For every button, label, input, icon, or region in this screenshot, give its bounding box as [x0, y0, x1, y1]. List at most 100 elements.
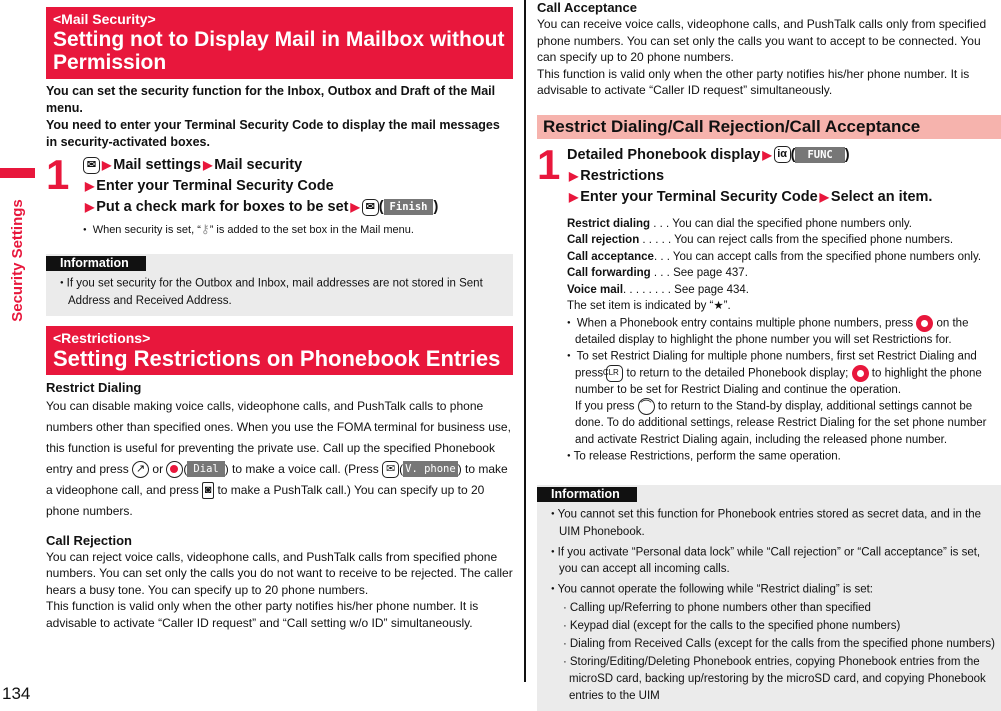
- item-name: Restrict dialing: [567, 217, 651, 230]
- restrictions-header: <Restrictions> Setting Restrictions on P…: [46, 325, 513, 375]
- intro-text-1: You can set the security function for th…: [46, 84, 496, 115]
- right-column: Call Acceptance You can receive voice ca…: [537, 0, 1001, 711]
- intro-text-2: You need to enter your Terminal Security…: [46, 118, 500, 149]
- restriction-item: Call forwarding . . . See page 437.: [567, 265, 1001, 282]
- step-text: Detailed Phonebook display: [567, 146, 761, 163]
- section-title: Setting Restrictions on Phonebook Entrie…: [53, 345, 501, 371]
- step-text: Put a check mark for boxes to be set: [96, 199, 349, 215]
- step-text: Select an item.: [830, 188, 933, 205]
- restrict-section-header: Restrict Dialing/Call Rejection/Call Acc…: [537, 114, 1001, 139]
- arrow-icon: ▶: [350, 200, 360, 214]
- notes-list: When a Phonebook entry contains multiple…: [567, 314, 1001, 466]
- item-desc: You can dial the specified phone numbers…: [672, 217, 912, 230]
- item-name: Voice mail: [567, 283, 624, 296]
- info-item: If you activate “Personal data lock” whi…: [547, 544, 997, 579]
- section-category: <Restrictions>: [53, 329, 151, 346]
- restriction-item: Call acceptance. . . You can accept call…: [567, 249, 1001, 266]
- key-lock-icon: ⚷: [200, 222, 210, 236]
- side-tab: Security Settings: [0, 180, 34, 340]
- item-desc: You can accept calls from the specified …: [672, 250, 982, 263]
- step-line-1: Detailed Phonebook display ▶ iα(FUNC): [567, 146, 850, 164]
- end-call-key-icon: ⌒: [637, 398, 655, 416]
- restriction-items-list: Restrict dialing . . . You can dial the …: [567, 216, 1001, 315]
- arrow-icon: ▶: [85, 179, 95, 193]
- item-name: Call acceptance: [567, 250, 654, 263]
- call-rejection-heading: Call Rejection: [46, 532, 132, 548]
- arrow-icon: ▶: [762, 147, 772, 162]
- mail-security-header: <Mail Security> Setting not to Display M…: [46, 7, 513, 79]
- info-sub-item: Keypad dial (except for the calls to the…: [549, 618, 1001, 635]
- leader-dots: . . .: [650, 217, 673, 230]
- information-box: Information You cannot set this function…: [537, 485, 1001, 711]
- note-item: To set Restrict Dialing for multiple pho…: [567, 348, 1001, 398]
- step-text: Enter your Terminal Security Code: [580, 188, 818, 205]
- section-title: Setting not to Display Mail in Mailbox w…: [53, 28, 505, 74]
- column-divider: [524, 0, 526, 682]
- step-note: When security is set, “⚷” is added to th…: [83, 221, 513, 238]
- item-desc: See page 434.: [674, 283, 749, 296]
- call-acceptance-heading: Call Acceptance: [537, 0, 637, 15]
- note-text: If you press: [575, 400, 635, 413]
- mail-security-step: 1 ✉ ▶ Mail settings ▶ Mail security ▶ Enter y…: [46, 151, 513, 238]
- left-column: <Mail Security> Setting not to Display M…: [46, 7, 513, 631]
- call-acceptance-text-2: This function is valid only when the oth…: [537, 66, 970, 98]
- set-item-note: The set item is indicated by “★”.: [567, 300, 731, 312]
- step-text: Restrictions: [580, 167, 665, 184]
- i-alpha-key-icon: iα: [773, 146, 791, 164]
- nav-key-icon: [851, 364, 869, 382]
- note-item: If you press ⌒ to return to the Stand-by…: [567, 398, 1001, 448]
- para-text: ) to make a voice call. (Press: [224, 461, 379, 476]
- step-text: Mail security: [214, 157, 303, 173]
- item-name: Call rejection: [567, 234, 640, 246]
- step-number: 1: [46, 151, 70, 198]
- info-sub-item: Dialing from Received Calls (except for …: [549, 636, 1001, 653]
- restriction-item: Restrict dialing . . . You can dial the …: [567, 216, 1001, 233]
- info-sub-item: Calling up/Referring to phone numbers ot…: [549, 600, 1001, 617]
- leader-dots: . . . . .: [639, 234, 675, 246]
- leader-dots: . . .: [650, 267, 674, 279]
- call-rejection-text-2: This function is valid only when the oth…: [46, 599, 479, 630]
- side-tab-marker: [0, 168, 35, 178]
- info-item: You cannot operate the following while “…: [547, 581, 997, 599]
- step-line-3: ▶ Put a check mark for boxes to be set ▶ ✉(…: [85, 198, 439, 216]
- restrict-dialing-text: You can disable making voice calls, vide…: [46, 398, 511, 518]
- arrow-icon: ▶: [819, 189, 829, 204]
- mail-key-icon: ✉: [382, 460, 400, 478]
- mail-key-icon: ✉: [83, 156, 100, 174]
- info-item: You cannot set this function for Phonebo…: [547, 506, 997, 541]
- information-label: Information: [46, 256, 146, 272]
- restriction-item: Call rejection . . . . . You can reject …: [567, 232, 1001, 249]
- side-tab-label: Security Settings: [8, 198, 26, 322]
- step-number: 1: [537, 140, 561, 188]
- page-number: 134: [2, 684, 31, 703]
- clr-key-icon: CLR: [603, 364, 624, 382]
- finish-softkey: Finish: [383, 199, 434, 216]
- center-key-icon: [166, 460, 184, 478]
- note-item: To release Restrictions, perform the sam…: [567, 448, 1001, 465]
- call-key-icon: ↗: [132, 460, 150, 478]
- para-text: or: [152, 461, 164, 476]
- note-text: to return to the detailed Phonebook disp…: [626, 367, 849, 380]
- step-line-1: ✉ ▶ Mail settings ▶ Mail security: [83, 155, 513, 176]
- note-text: When security is set, “: [92, 224, 201, 236]
- step-line-3: ▶ Enter your Terminal Security Code ▶ Selec…: [567, 187, 1001, 208]
- item-name: Call forwarding: [567, 267, 651, 279]
- call-rejection-text: You can reject voice calls, videophone c…: [46, 549, 513, 597]
- step-line-2: ▶ Enter your Terminal Security Code: [83, 176, 513, 197]
- restriction-item: Voice mail. . . . . . . . See page 434.: [567, 282, 1001, 299]
- leader-dots: . . . . . . . .: [623, 283, 675, 296]
- leader-dots: . . .: [653, 250, 673, 263]
- information-label: Information: [537, 487, 637, 503]
- arrow-icon: ▶: [569, 189, 579, 204]
- nav-key-icon: [916, 314, 934, 332]
- step-text: Enter your Terminal Security Code: [96, 178, 334, 194]
- info-sub-item: Storing/Editing/Deleting Phonebook entri…: [549, 654, 1001, 705]
- note-text: ” is added to the set box in the Mail me…: [209, 224, 414, 236]
- section-category: <Mail Security>: [53, 11, 156, 27]
- step-text: Mail settings: [113, 157, 202, 173]
- note-item: When a Phonebook entry contains multiple…: [567, 314, 1001, 349]
- note-text: to return to the Stand-by display, addit…: [575, 400, 987, 446]
- call-acceptance-text: You can receive voice calls, videophone …: [537, 17, 987, 64]
- vphone-softkey: V. phone: [403, 461, 458, 478]
- step-line-2: ▶ Restrictions: [567, 166, 1001, 187]
